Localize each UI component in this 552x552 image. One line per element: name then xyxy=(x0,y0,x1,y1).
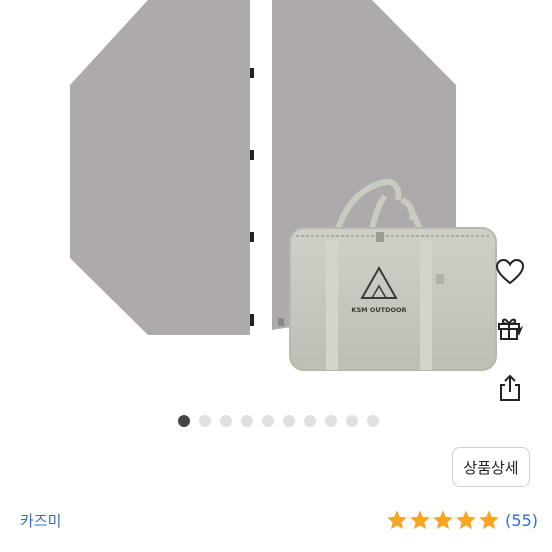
star-icon xyxy=(387,510,407,530)
star-icon xyxy=(410,510,430,530)
star-icon xyxy=(433,510,453,530)
carousel-dot[interactable] xyxy=(199,415,211,427)
mat-label-tag xyxy=(278,318,284,326)
bag-logo-text: KSM OUTDOOR xyxy=(351,306,406,314)
carousel-dot[interactable] xyxy=(178,415,190,427)
wishlist-button[interactable] xyxy=(488,250,532,294)
carousel-dot[interactable] xyxy=(241,415,253,427)
review-count[interactable]: (55) xyxy=(505,511,538,530)
gift-button[interactable] xyxy=(488,306,532,350)
rating[interactable]: (55) xyxy=(385,506,538,534)
product-photo: KSM OUTDOOR xyxy=(70,0,497,371)
gift-icon xyxy=(498,318,523,340)
star-icon xyxy=(479,510,499,530)
left-mat-panel xyxy=(70,0,250,335)
carousel-dot[interactable] xyxy=(304,415,316,427)
carousel-dot[interactable] xyxy=(262,415,274,427)
share-icon xyxy=(500,374,520,401)
product-image: KSM OUTDOOR xyxy=(0,0,552,400)
carousel-dot[interactable] xyxy=(283,415,295,427)
carousel-dot[interactable] xyxy=(367,415,379,427)
star-icon xyxy=(456,510,476,530)
carousel-dots xyxy=(0,413,552,429)
velcro-tabs xyxy=(250,68,254,326)
product-detail-button[interactable]: 상품상세 xyxy=(452,447,530,487)
seller-name-link[interactable]: 카즈미 xyxy=(20,510,61,531)
carousel-dot[interactable] xyxy=(346,415,358,427)
carousel-dot[interactable] xyxy=(220,415,232,427)
carousel-dot[interactable] xyxy=(325,415,337,427)
heart-outline-icon xyxy=(495,258,525,285)
share-button[interactable] xyxy=(488,366,532,410)
